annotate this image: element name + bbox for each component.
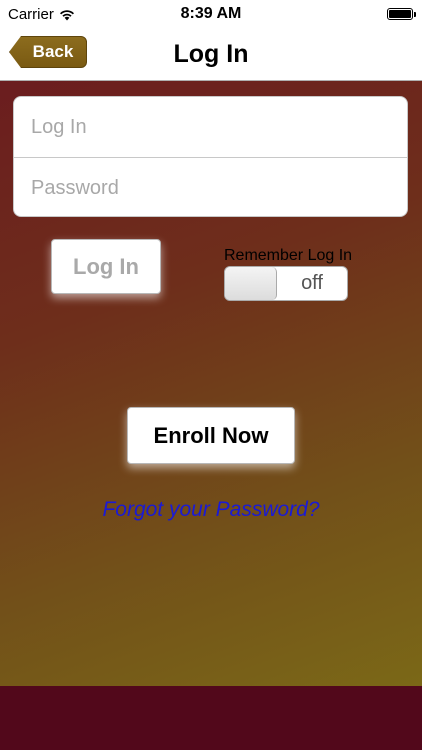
password-input[interactable]	[14, 158, 407, 216]
remember-login-toggle[interactable]: off	[224, 266, 348, 301]
status-bar: Carrier 8:39 AM	[0, 0, 422, 30]
status-time: 8:39 AM	[180, 5, 242, 22]
enroll-now-button[interactable]: Enroll Now	[127, 407, 295, 464]
login-screen: Carrier 8:39 AM Back Log In Log In Remem…	[0, 0, 422, 750]
remember-login-label: Remember Log In	[224, 247, 353, 264]
page-title: Log In	[173, 40, 249, 68]
toggle-state-text: off	[301, 272, 323, 294]
battery-fill	[389, 10, 411, 18]
battery-icon	[387, 8, 416, 20]
login-button[interactable]: Log In	[51, 239, 161, 294]
forgot-password-link[interactable]: Forgot your Password?	[0, 498, 422, 522]
toggle-knob[interactable]	[225, 267, 277, 300]
login-input[interactable]	[14, 97, 407, 157]
bottom-bar	[0, 686, 422, 750]
content-area: Log In Remember Log In off Enroll Now Fo…	[0, 81, 422, 686]
login-form	[13, 96, 408, 217]
navigation-bar: Back Log In	[0, 30, 422, 81]
